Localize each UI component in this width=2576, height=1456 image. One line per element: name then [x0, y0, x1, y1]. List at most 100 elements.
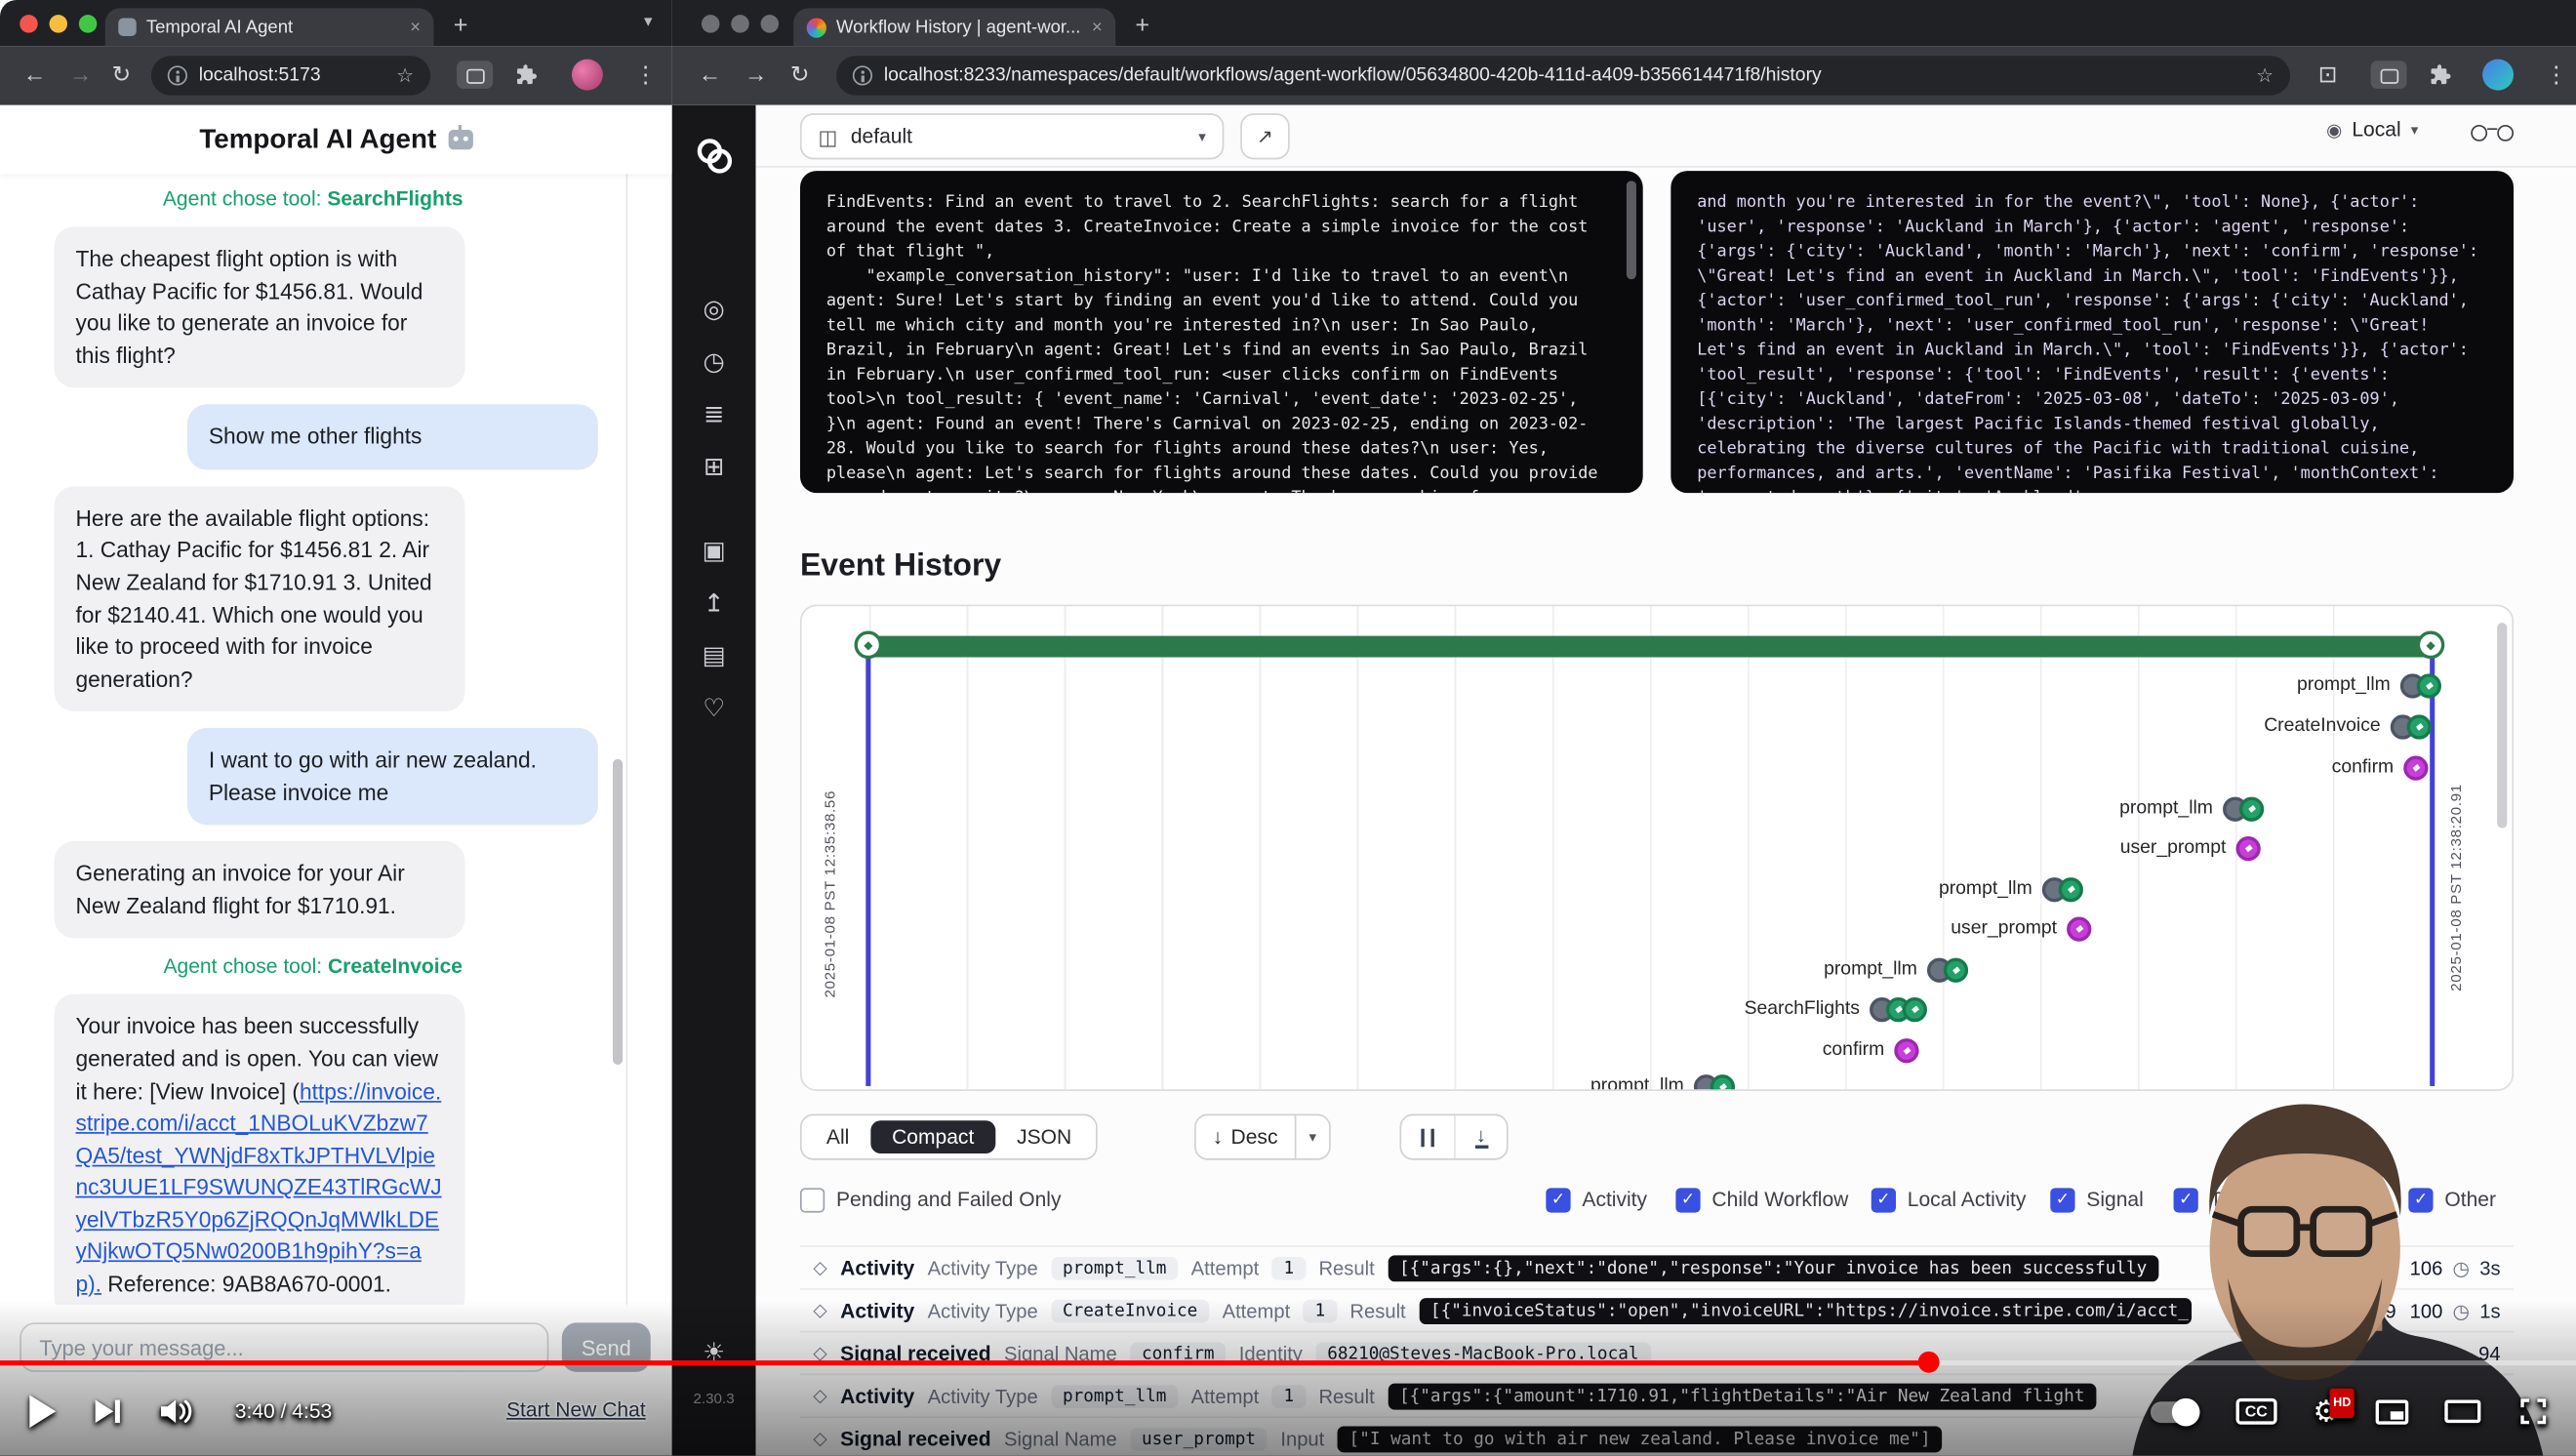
close-tab-icon[interactable]: × [410, 18, 421, 37]
fullscreen-button[interactable] [2516, 1395, 2550, 1428]
filter-local-activity[interactable]: ✓ Local Activity [1872, 1183, 2027, 1216]
timeline-row[interactable]: prompt_llm [802, 874, 2083, 904]
close-window-icon[interactable] [20, 15, 38, 33]
nexus-nav-icon[interactable]: ▣ [672, 536, 756, 565]
activity-marker-icon[interactable] [1927, 957, 1968, 982]
site-info-icon[interactable] [853, 65, 872, 85]
expand-row-icon[interactable]: ◇ [813, 1300, 826, 1321]
back-icon[interactable]: ← [23, 61, 47, 87]
feedback-heart-icon[interactable]: ♡ [672, 694, 756, 723]
progress-scrubber[interactable] [1918, 1352, 1940, 1373]
extensions-puzzle-icon[interactable] [512, 62, 537, 87]
data-encoder-glasses-icon[interactable] [2471, 125, 2514, 143]
activity-marker-icon[interactable] [2223, 796, 2264, 821]
new-tab-button[interactable]: + [1135, 10, 1149, 43]
workflow-span-bar[interactable] [869, 636, 2431, 658]
chat-transcript[interactable]: Agent chose tool: SearchFlights The chea… [0, 174, 625, 1304]
extension-chip-icon[interactable] [457, 61, 493, 89]
workflow-input-code-panel[interactable]: FindEvents: Find an event to travel to 2… [800, 171, 1643, 493]
back-icon[interactable]: ← [699, 61, 722, 87]
profile-avatar[interactable] [2482, 60, 2514, 91]
signal-marker-icon[interactable] [2403, 755, 2428, 780]
checkbox-checked[interactable]: ✓ [1675, 1187, 1700, 1211]
checkbox-checked[interactable]: ✓ [2050, 1187, 2074, 1211]
scrollbar-thumb[interactable] [613, 759, 623, 1065]
player-progress-bar[interactable] [0, 1359, 2576, 1365]
checkbox-checked[interactable]: ✓ [1872, 1187, 1896, 1211]
settings-button[interactable]: ⚙ HD [2313, 1396, 2339, 1426]
workflow-end-marker-icon[interactable] [2417, 631, 2445, 660]
browser-tab[interactable]: Temporal AI Agent × [105, 8, 434, 46]
theater-mode-button[interactable] [2444, 1400, 2480, 1424]
timeline-row[interactable]: confirm [802, 752, 2429, 782]
activity-marker-icon[interactable] [1870, 996, 1927, 1021]
maximize-window-icon[interactable] [761, 15, 780, 33]
invoice-link[interactable]: https://invoice.stripe.com/i/acct_1NBOLu… [75, 1078, 441, 1296]
kebab-menu-icon[interactable]: ⋮ [634, 61, 658, 89]
signal-marker-icon[interactable] [1894, 1037, 1918, 1062]
bookmark-star-icon[interactable]: ☆ [2256, 64, 2274, 88]
schedules-nav-icon[interactable]: ◷ [672, 346, 756, 376]
workflows-nav-icon[interactable]: ◎ [672, 294, 756, 323]
play-button[interactable] [29, 1395, 56, 1428]
workflow-start-marker-icon[interactable] [855, 631, 883, 660]
captions-button[interactable]: CC [2235, 1398, 2276, 1425]
workflow-result-code-panel[interactable]: and month you're interested in for the e… [1670, 171, 2514, 493]
archive-nav-icon[interactable]: ⊞ [672, 452, 756, 481]
kebab-menu-icon[interactable]: ⋮ [2545, 61, 2568, 89]
deployments-nav-icon[interactable]: ≣ [672, 399, 756, 428]
filter-activity[interactable]: ✓ Activity [1546, 1183, 1647, 1216]
import-nav-icon[interactable]: ↥ [672, 588, 756, 618]
forward-icon[interactable]: → [69, 61, 93, 87]
code-scrollbar-thumb[interactable] [1627, 181, 1636, 279]
signal-marker-icon[interactable] [2067, 916, 2091, 941]
filter-child-workflow[interactable]: ✓ Child Workflow [1675, 1183, 1848, 1216]
miniplayer-button[interactable] [2376, 1399, 2409, 1424]
new-tab-button[interactable]: + [454, 10, 468, 43]
window-controls[interactable] [702, 15, 779, 33]
minimize-window-icon[interactable] [731, 15, 749, 33]
autoplay-toggle[interactable] [2151, 1400, 2200, 1422]
checkbox-unchecked[interactable] [800, 1187, 825, 1211]
timeline-row[interactable]: prompt_llm [802, 793, 2264, 823]
activity-marker-icon[interactable] [2391, 714, 2432, 739]
expand-row-icon[interactable]: ◇ [813, 1257, 826, 1278]
minimize-window-icon[interactable] [50, 15, 68, 33]
address-box[interactable]: localhost:8233/namespaces/default/workfl… [836, 56, 2290, 95]
timeline-row[interactable]: prompt_llm [802, 670, 2441, 700]
extensions-puzzle-icon[interactable] [2427, 62, 2451, 87]
volume-icon[interactable] [159, 1398, 195, 1425]
pause-button[interactable] [1401, 1115, 1454, 1158]
activity-marker-icon[interactable] [2042, 876, 2083, 901]
activity-marker-icon[interactable] [2400, 672, 2441, 697]
next-button[interactable] [96, 1400, 120, 1424]
timeline-row[interactable]: user_prompt [802, 913, 2092, 943]
tab-compact[interactable]: Compact [870, 1120, 995, 1153]
browser-tab[interactable]: Workflow History | agent-wor... × [793, 8, 1115, 46]
namespace-select[interactable]: ◫ default ▾ [800, 113, 1224, 159]
side-panel-icon[interactable]: ⊡ [2318, 61, 2338, 89]
timeline-row[interactable]: CreateInvoice [802, 711, 2432, 741]
timeline-row[interactable]: SearchFlights [802, 994, 1927, 1024]
close-tab-icon[interactable]: × [1092, 18, 1103, 37]
tab-json[interactable]: JSON [995, 1120, 1093, 1153]
timeline-row[interactable]: confirm [802, 1035, 1919, 1065]
timeline-row[interactable]: prompt_llm [802, 954, 1968, 984]
timeline-row[interactable]: user_prompt [802, 833, 2261, 863]
sort-chevron-icon[interactable]: ▾ [1294, 1115, 1329, 1158]
reload-icon[interactable]: ↻ [790, 61, 810, 89]
sort-control[interactable]: ↓Desc ▾ [1194, 1114, 1331, 1160]
profile-avatar[interactable] [572, 60, 603, 91]
cluster-select[interactable]: ◉ Local ▾ [2326, 118, 2418, 142]
forward-icon[interactable]: → [745, 61, 768, 87]
checkbox-checked[interactable]: ✓ [1546, 1187, 1570, 1211]
tab-all[interactable]: All [805, 1120, 870, 1153]
maximize-window-icon[interactable] [79, 15, 98, 33]
url-text[interactable]: localhost:8233/namespaces/default/workfl… [884, 65, 2244, 85]
window-controls[interactable] [20, 15, 97, 33]
activity-marker-icon[interactable] [1694, 1073, 1735, 1091]
pending-failed-filter[interactable]: Pending and Failed Only [800, 1183, 1062, 1216]
tab-list-chevron-icon[interactable]: ▾ [644, 13, 652, 31]
close-window-icon[interactable] [702, 15, 720, 33]
timeline-row[interactable]: prompt_llm [802, 1072, 1735, 1091]
